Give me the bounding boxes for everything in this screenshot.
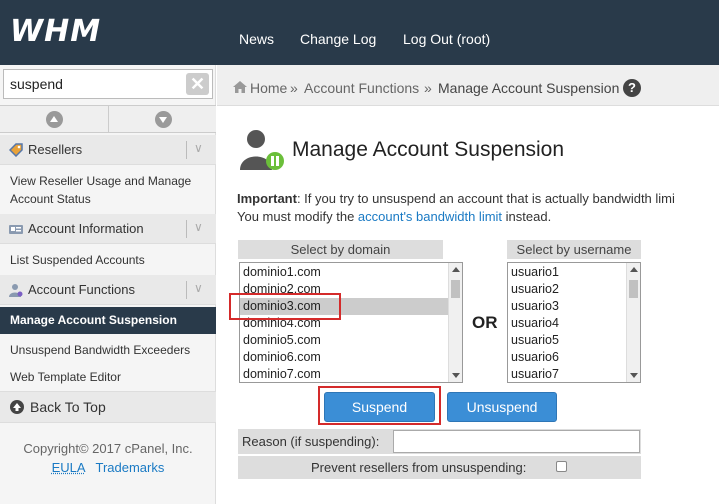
scroll-down-button[interactable] — [108, 106, 216, 133]
breadcrumb-separator: » — [424, 80, 432, 96]
category-account-information[interactable]: Account Information ∨ — [0, 214, 216, 244]
footer-links: EULA Trademarks — [0, 460, 216, 475]
arrow-down-icon — [155, 111, 172, 128]
domain-option[interactable]: dominio7.com — [240, 366, 448, 382]
domain-option[interactable]: dominio1.com — [240, 264, 448, 281]
breadcrumb-separator: » — [290, 80, 298, 96]
scroll-down-arrow-icon[interactable] — [630, 373, 638, 378]
category-label: Account Information — [28, 221, 144, 236]
scroll-up-button[interactable] — [0, 106, 108, 133]
important-notice: Important: If you try to unsuspend an ac… — [237, 191, 675, 224]
arrow-up-icon — [46, 111, 63, 128]
back-to-top-button[interactable]: Back To Top — [0, 391, 216, 423]
breadcrumb-home[interactable]: Home — [250, 80, 287, 96]
scroll-up-arrow-icon[interactable] — [630, 267, 638, 272]
chevron-down-icon[interactable]: ∨ — [194, 141, 203, 155]
clear-search-icon[interactable]: ✕ — [186, 73, 209, 95]
sidebar-nav-arrows — [0, 105, 216, 133]
reason-label: Reason (if suspending): — [242, 434, 380, 449]
username-option[interactable]: usuario1 — [508, 264, 626, 281]
scrollbar[interactable] — [626, 263, 640, 382]
sidebar-item-unsuspend-bandwidth-exceeders[interactable]: Unsuspend Bandwidth Exceeders — [0, 341, 216, 359]
arrow-up-circle-icon — [10, 400, 24, 414]
scroll-down-arrow-icon[interactable] — [452, 373, 460, 378]
breadcrumb-account-functions[interactable]: Account Functions — [304, 80, 419, 96]
domain-option[interactable]: dominio6.com — [240, 349, 448, 366]
category-account-functions[interactable]: Account Functions ∨ — [0, 275, 216, 305]
home-icon — [233, 81, 247, 93]
trademarks-link[interactable]: Trademarks — [95, 460, 164, 475]
divider — [186, 281, 187, 299]
id-card-icon — [9, 225, 23, 234]
category-label: Account Functions — [28, 282, 135, 297]
copyright-text: Copyright© 2017 cPanel, Inc. — [23, 441, 193, 456]
username-list-header: Select by username — [507, 240, 641, 259]
reason-row: Reason (if suspending): — [238, 429, 641, 454]
eula-link[interactable]: EULA — [52, 460, 85, 475]
sidebar-item-manage-account-suspension[interactable]: Manage Account Suspension — [0, 307, 216, 334]
prevent-row: Prevent resellers from unsuspending: — [238, 456, 641, 479]
prevent-resellers-label: Prevent resellers from unsuspending: — [311, 460, 527, 475]
reason-input[interactable] — [393, 430, 640, 453]
domain-listbox[interactable]: dominio1.com dominio2.com dominio3.com d… — [239, 262, 463, 383]
suspend-button[interactable]: Suspend — [324, 392, 435, 422]
username-option[interactable]: usuario2 — [508, 281, 626, 298]
sidebar-item-web-template-editor[interactable]: Web Template Editor — [0, 368, 216, 386]
scrollbar-thumb[interactable] — [451, 280, 460, 298]
search-input[interactable] — [4, 70, 179, 98]
help-icon[interactable]: ? — [623, 79, 641, 97]
username-option[interactable]: usuario5 — [508, 332, 626, 349]
username-option[interactable]: usuario4 — [508, 315, 626, 332]
scrollbar[interactable] — [448, 263, 462, 382]
username-listbox[interactable]: usuario1 usuario2 usuario3 usuario4 usua… — [507, 262, 641, 383]
chevron-down-icon[interactable]: ∨ — [194, 220, 203, 234]
divider — [186, 141, 187, 159]
category-resellers[interactable]: Resellers ∨ — [0, 135, 216, 165]
sidebar-item-list-suspended-accounts[interactable]: List Suspended Accounts — [0, 251, 216, 269]
nav-change-log[interactable]: Change Log — [300, 31, 376, 47]
nav-logout[interactable]: Log Out (root) — [403, 31, 490, 47]
tag-icon — [9, 143, 23, 157]
page-title: Manage Account Suspension — [292, 138, 565, 161]
account-suspension-icon — [240, 130, 284, 170]
nav-news[interactable]: News — [239, 31, 274, 47]
sidebar-item-view-reseller-usage[interactable]: View Reseller Usage and Manage Account S… — [0, 172, 216, 208]
domain-option[interactable]: dominio5.com — [240, 332, 448, 349]
username-option[interactable]: usuario7 — [508, 366, 626, 382]
divider — [186, 220, 187, 238]
breadcrumb-current: Manage Account Suspension — [438, 80, 620, 96]
category-label: Resellers — [28, 142, 83, 157]
prevent-resellers-checkbox[interactable] — [556, 461, 567, 472]
search-box: ✕ — [3, 69, 213, 99]
back-to-top-label: Back To Top — [30, 399, 106, 415]
top-bar: WHM News Change Log Log Out (root) — [0, 0, 719, 65]
chevron-down-icon[interactable]: ∨ — [194, 281, 203, 295]
whm-logo[interactable]: WHM — [10, 14, 101, 49]
user-icon — [9, 284, 23, 297]
username-option[interactable]: usuario6 — [508, 349, 626, 366]
scroll-up-arrow-icon[interactable] — [452, 267, 460, 272]
or-label: OR — [472, 313, 498, 332]
bandwidth-limit-link[interactable]: account's bandwidth limit — [358, 209, 502, 224]
breadcrumb: Home » Account Functions » Manage Accoun… — [217, 65, 719, 106]
domain-list-header: Select by domain — [238, 240, 443, 259]
important-label: Important — [237, 191, 297, 206]
highlight-selected-domain — [229, 293, 341, 320]
sidebar: ✕ Resellers ∨ View Reseller Usage and Ma… — [0, 65, 216, 504]
scrollbar-thumb[interactable] — [629, 280, 638, 298]
username-option[interactable]: usuario3 — [508, 298, 626, 315]
unsuspend-button[interactable]: Unsuspend — [447, 392, 557, 422]
